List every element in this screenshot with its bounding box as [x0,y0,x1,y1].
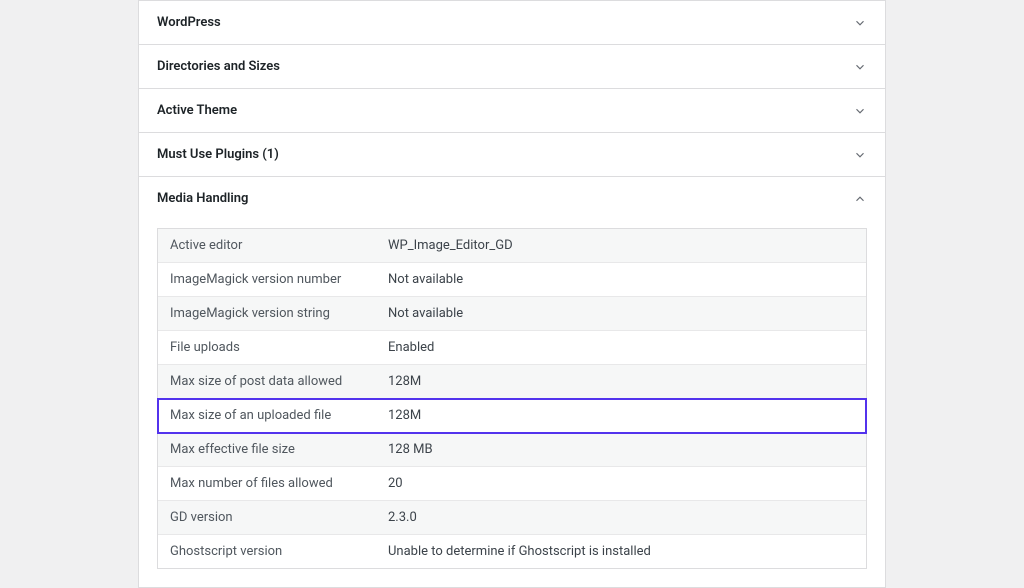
row-value: Not available [376,297,866,330]
table-row: Max size of post data allowed 128M [158,365,866,399]
row-value: 20 [376,467,866,500]
panel-header-active-theme[interactable]: Active Theme [139,89,885,132]
panel-title: WordPress [157,15,221,30]
row-value: Not available [376,263,866,296]
panel-header-must-use-plugins[interactable]: Must Use Plugins (1) [139,133,885,176]
row-value: 128M [376,399,866,432]
chevron-up-icon [853,192,867,206]
row-label: Active editor [158,229,376,262]
table-row: Max effective file size 128 MB [158,433,866,467]
chevron-down-icon [853,16,867,30]
row-value: Enabled [376,331,866,364]
panel-title: Must Use Plugins (1) [157,147,279,162]
row-label: ImageMagick version number [158,263,376,296]
panel-header-directories[interactable]: Directories and Sizes [139,45,885,88]
row-label: Max size of post data allowed [158,365,376,398]
row-label: Max effective file size [158,433,376,466]
panel-media-handling: Media Handling Active editor WP_Image_Ed… [138,177,886,588]
row-value: 2.3.0 [376,501,866,534]
row-label: GD version [158,501,376,534]
table-row: File uploads Enabled [158,331,866,365]
panel-wordpress[interactable]: WordPress [138,0,886,45]
panel-title: Media Handling [157,191,248,206]
panel-title: Directories and Sizes [157,59,280,74]
row-label: Max size of an uploaded file [158,399,376,432]
media-handling-table: Active editor WP_Image_Editor_GD ImageMa… [157,228,867,569]
row-label: Ghostscript version [158,535,376,568]
panel-must-use-plugins[interactable]: Must Use Plugins (1) [138,133,886,177]
table-row: ImageMagick version string Not available [158,297,866,331]
table-row: Max number of files allowed 20 [158,467,866,501]
panel-title: Active Theme [157,103,237,118]
row-value: 128 MB [376,433,866,466]
panel-active-theme[interactable]: Active Theme [138,89,886,133]
row-value: 128M [376,365,866,398]
row-value: Unable to determine if Ghostscript is in… [376,535,866,568]
table-row: Active editor WP_Image_Editor_GD [158,229,866,263]
row-label: ImageMagick version string [158,297,376,330]
panel-header-media-handling[interactable]: Media Handling [139,177,885,220]
panel-directories[interactable]: Directories and Sizes [138,45,886,89]
table-row: Ghostscript version Unable to determine … [158,535,866,568]
row-value: WP_Image_Editor_GD [376,229,866,262]
chevron-down-icon [853,148,867,162]
table-row: GD version 2.3.0 [158,501,866,535]
row-label: File uploads [158,331,376,364]
table-row: ImageMagick version number Not available [158,263,866,297]
panel-header-wordpress[interactable]: WordPress [139,1,885,44]
chevron-down-icon [853,60,867,74]
row-label: Max number of files allowed [158,467,376,500]
panel-body-media-handling: Active editor WP_Image_Editor_GD ImageMa… [139,220,885,587]
table-row-highlighted: Max size of an uploaded file 128M [158,399,866,433]
chevron-down-icon [853,104,867,118]
